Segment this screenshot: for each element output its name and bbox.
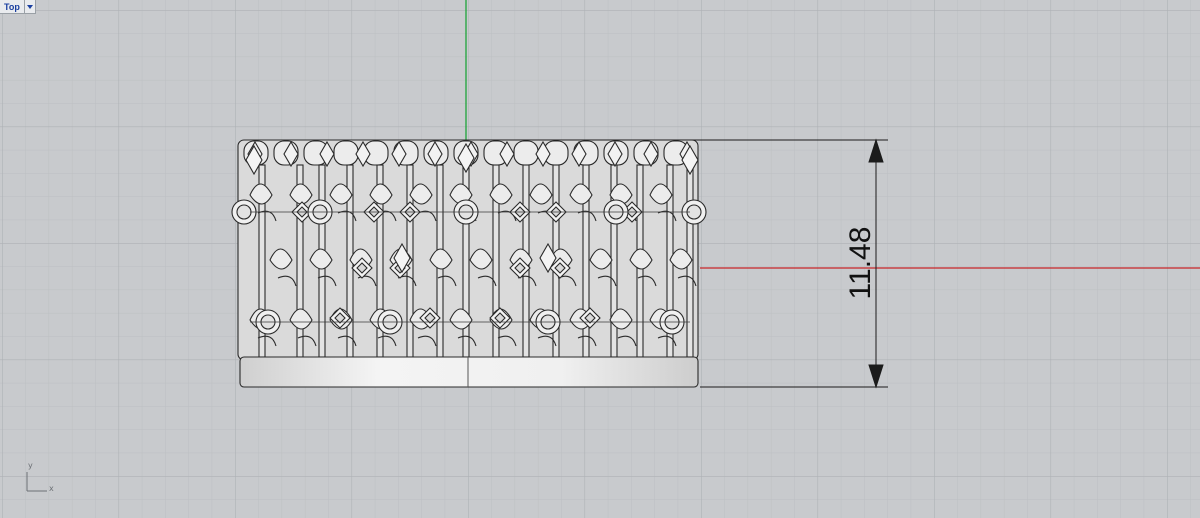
dimension-value-text[interactable]: 11.48 bbox=[844, 227, 877, 300]
viewport-tab[interactable]: Top bbox=[0, 0, 36, 14]
viewport-name[interactable]: Top bbox=[0, 0, 24, 14]
ring-base-band bbox=[239, 356, 699, 388]
viewport-menu-arrow-icon[interactable] bbox=[24, 0, 35, 13]
axis-widget-y-label: y bbox=[28, 461, 33, 470]
axis-widget-x-label: x bbox=[49, 484, 54, 493]
viewport-canvas[interactable]: 11.48 bbox=[0, 0, 1200, 518]
ring-model[interactable] bbox=[231, 139, 707, 388]
